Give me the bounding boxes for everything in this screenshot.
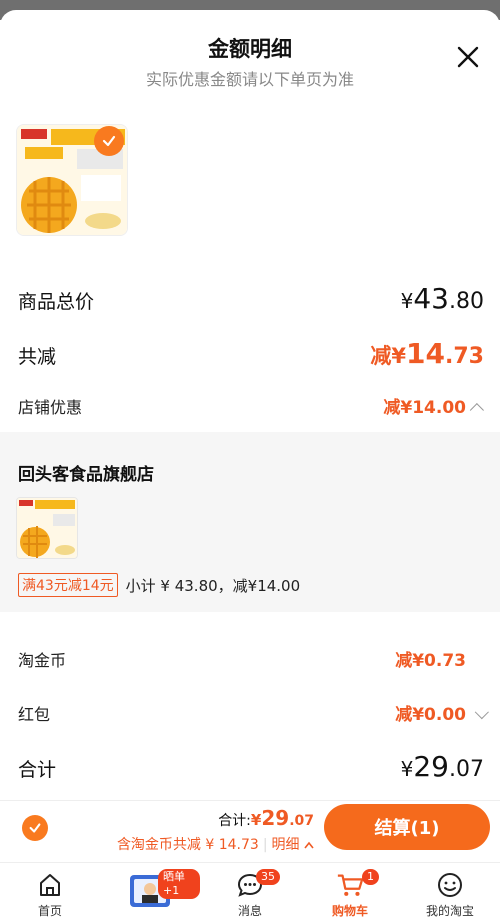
redpacket-value-wrap: 减¥0.00 [395, 700, 489, 725]
checkout-divider [0, 800, 500, 801]
tab-messages[interactable]: 消息 35 [200, 863, 300, 923]
sheet-title: 金额明细 [208, 37, 292, 61]
coin-value: 减¥0.73 [395, 651, 466, 671]
checkout-sum: 合计:¥29.07 [218, 806, 314, 830]
selected-check-icon [94, 126, 124, 156]
store-name: 回头客食品旗舰店 [18, 465, 154, 485]
store-discount-value: 减¥14.00 [383, 398, 466, 418]
chevron-up-icon [469, 403, 484, 418]
share-order-badge: 晒单+1 [158, 869, 200, 899]
reduce-label: 共减 [18, 346, 57, 368]
total-price-label: 商品总价 [18, 291, 95, 313]
coin-label: 淘金币 [18, 651, 67, 670]
close-icon[interactable] [455, 44, 481, 70]
reduce-value: 减¥14.73 [370, 337, 484, 370]
total-price-value: ¥43.80 [400, 282, 484, 315]
redpacket-label: 红包 [18, 705, 51, 724]
promo-tag: 满43元减14元 [18, 573, 118, 597]
select-all-checkbox[interactable] [22, 815, 48, 841]
redpacket-value: 减¥0.00 [395, 705, 466, 725]
promo-text: 小计 ¥ 43.80，减¥14.00 [125, 576, 301, 595]
store-discount-row[interactable]: 店铺优惠 减¥14.00 [18, 393, 484, 418]
tab-home[interactable]: 首页 [0, 863, 100, 923]
discount-summary: 含淘金币共减 ¥ 14.73 [116, 837, 259, 853]
redpacket-row[interactable]: 红包 减¥0.00 [18, 700, 489, 725]
grand-total-row: 合计 ¥29.07 [18, 750, 484, 783]
chevron-up-icon [304, 841, 314, 849]
sheet-subtitle: 实际优惠金额请以下单页为准 [145, 70, 354, 89]
reduce-row: 共减 减¥14.73 [18, 337, 484, 370]
store-discount-value-wrap: 减¥14.00 [383, 393, 484, 418]
total-price-row: 商品总价 ¥43.80 [18, 282, 484, 315]
home-icon [36, 871, 64, 899]
checkout-button[interactable]: 结算(1) [324, 804, 490, 850]
detail-toggle[interactable]: 明细 [272, 837, 314, 853]
grand-total-label: 合计 [18, 759, 57, 781]
tab-share-order[interactable]: 晒单+1 [100, 863, 200, 923]
tab-cart[interactable]: 购物车 1 [300, 863, 400, 923]
checkout-sub: 含淘金币共减 ¥ 14.73 | 明细 [117, 834, 314, 854]
store-product-image[interactable] [16, 497, 78, 559]
store-discount-label: 店铺优惠 [18, 398, 83, 417]
store-promo-line: 满43元减14元 小计 ¥ 43.80，减¥14.00 [18, 573, 300, 597]
message-badge: 35 [256, 869, 280, 885]
profile-icon [436, 871, 464, 899]
coin-row: 淘金币 减¥0.73 [18, 646, 484, 671]
grand-total-value: ¥29.07 [400, 750, 484, 783]
cart-badge: 1 [362, 869, 379, 885]
tab-my-taobao[interactable]: 我的淘宝 [400, 863, 500, 923]
cart-icon [336, 871, 364, 899]
bottom-tab-bar: 首页 晒单+1 消息 35 购物车 1 我的淘宝 [0, 862, 500, 923]
